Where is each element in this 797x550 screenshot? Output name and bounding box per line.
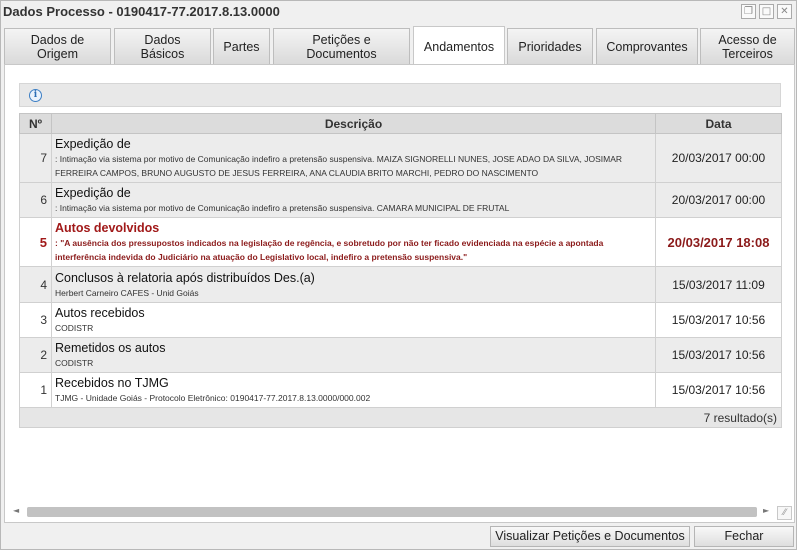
tab-dados-basicos[interactable]: Dados Básicos [114, 28, 211, 65]
row-description: Autos recebidos CODISTR [51, 302, 656, 338]
row-date: 15/03/2017 11:09 [655, 266, 782, 303]
row-title: Expedição de [55, 137, 131, 151]
window-title: Dados Processo - 0190417-77.2017.8.13.00… [3, 4, 280, 19]
table-footer-row: 7 resultado(s) [19, 407, 782, 428]
row-title: Autos devolvidos [55, 221, 160, 235]
tab-label: Dados Básicos [140, 33, 185, 61]
row-title: Conclusos à relatoria após distribuídos … [55, 270, 315, 285]
andamentos-panel: i Nº Descrição Data 7 Expedição de: Int… [4, 64, 795, 523]
close-button[interactable]: Fechar [694, 526, 794, 547]
row-number: 7 [19, 133, 52, 183]
row-number: 2 [19, 337, 52, 373]
scroll-track[interactable] [27, 507, 757, 517]
row-detail: : Intimação via sistema por motivo de Co… [55, 203, 510, 213]
row-title: Remetidos os autos [55, 341, 166, 355]
tab-comprovantes[interactable]: Comprovantes [596, 28, 698, 65]
row-date: 20/03/2017 18:08 [655, 217, 782, 267]
row-date: 15/03/2017 10:56 [655, 372, 782, 408]
row-date: 15/03/2017 10:56 [655, 337, 782, 373]
tab-andamentos[interactable]: Andamentos [413, 26, 505, 66]
row-number: 6 [19, 182, 52, 218]
horizontal-scrollbar[interactable]: ◄ ► [13, 505, 771, 519]
column-header-data[interactable]: Data [655, 113, 782, 134]
tab-prioridades[interactable]: Prioridades [507, 28, 593, 65]
tab-dados-de-origem[interactable]: Dados de Origem [4, 28, 111, 65]
row-detail: CODISTR [55, 358, 94, 368]
row-description: Conclusos à relatoria após distribuídos … [51, 266, 656, 303]
row-detail: : Intimação via sistema por motivo de Co… [55, 154, 623, 178]
maximize-icon[interactable]: □ [759, 4, 774, 19]
row-title: Expedição de [55, 186, 131, 200]
row-number: 5 [19, 217, 52, 267]
row-detail: CODISTR [55, 323, 94, 333]
row-description: Remetidos os autos CODISTR [51, 337, 656, 373]
row-date: 20/03/2017 00:00 [655, 133, 782, 183]
tab-label: Dados de Origem [30, 33, 85, 61]
table-row[interactable]: 1 Recebidos no TJMG TJMG - Unidade Goiás… [19, 372, 782, 408]
tab-label: Partes [223, 40, 260, 54]
row-description: Autos devolvidos : "A ausência dos press… [51, 217, 656, 267]
row-number: 4 [19, 266, 52, 303]
tab-partes[interactable]: Partes [213, 28, 270, 65]
tab-bar: Dados de Origem Dados Básicos Partes Pet… [4, 26, 796, 66]
row-title: Recebidos no TJMG [55, 376, 169, 390]
info-icon[interactable]: i [29, 89, 42, 102]
row-description: Expedição de : Intimação via sistema por… [51, 133, 656, 183]
scroll-thumb[interactable] [27, 507, 757, 517]
column-header-descricao[interactable]: Descrição [51, 113, 656, 134]
table-row[interactable]: 5 Autos devolvidos : "A ausência dos pre… [19, 217, 782, 267]
table-row[interactable]: 6 Expedição de : Intimação via sistema p… [19, 182, 782, 218]
column-header-num[interactable]: Nº [19, 113, 52, 134]
tab-label: Petições e Documentos [306, 33, 377, 61]
row-detail: Herbert Carneiro CAFES - Unid Goiás [55, 287, 199, 298]
window-controls: ❐ □ ✕ [741, 4, 792, 19]
close-icon[interactable]: ✕ [777, 4, 792, 19]
row-description: Recebidos no TJMG TJMG - Unidade Goiás -… [51, 372, 656, 408]
resize-grip-icon[interactable]: ⁄⁄ [777, 506, 792, 520]
tab-acesso-de-terceiros[interactable]: Acesso de Terceiros [700, 28, 795, 65]
table-row[interactable]: 2 Remetidos os autos CODISTR 15/03/2017 … [19, 337, 782, 373]
row-number: 1 [19, 372, 52, 408]
tab-label: Andamentos [423, 39, 495, 54]
row-date: 20/03/2017 00:00 [655, 182, 782, 218]
tab-label: Prioridades [518, 40, 582, 54]
table-row[interactable]: 4 Conclusos à relatoria após distribuído… [19, 266, 782, 303]
row-title: Autos recebidos [55, 306, 145, 320]
tab-peticoes-e-documentos[interactable]: Petições e Documentos [273, 28, 410, 65]
restore-icon[interactable]: ❐ [741, 4, 756, 19]
andamentos-table: Nº Descrição Data 7 Expedição de : Intim… [19, 113, 782, 428]
result-count: 7 resultado(s) [19, 407, 782, 428]
row-description: Expedição de : Intimação via sistema por… [51, 182, 656, 218]
row-number: 3 [19, 302, 52, 338]
title-bar[interactable]: Dados Processo - 0190417-77.2017.8.13.00… [1, 1, 796, 23]
process-window: Dados Processo - 0190417-77.2017.8.13.00… [0, 0, 797, 550]
tab-label: Acesso de Terceiros [718, 33, 777, 61]
table-row[interactable]: 7 Expedição de : Intimação via sistema p… [19, 133, 782, 183]
table-header-row: Nº Descrição Data [19, 113, 782, 134]
tab-label: Comprovantes [606, 40, 688, 54]
scroll-left-icon[interactable]: ◄ [13, 506, 19, 515]
row-detail: : "A ausência dos pressupostos indicados… [55, 238, 604, 262]
view-petitions-documents-button[interactable]: Visualizar Petições e Documentos [490, 526, 690, 547]
table-row[interactable]: 3 Autos recebidos CODISTR 15/03/2017 10:… [19, 302, 782, 338]
scroll-right-icon[interactable]: ► [763, 506, 769, 515]
grid-toolbar: i [19, 83, 781, 107]
row-date: 15/03/2017 10:56 [655, 302, 782, 338]
row-detail: TJMG - Unidade Goiás - Protocolo Eletrôn… [55, 393, 371, 403]
